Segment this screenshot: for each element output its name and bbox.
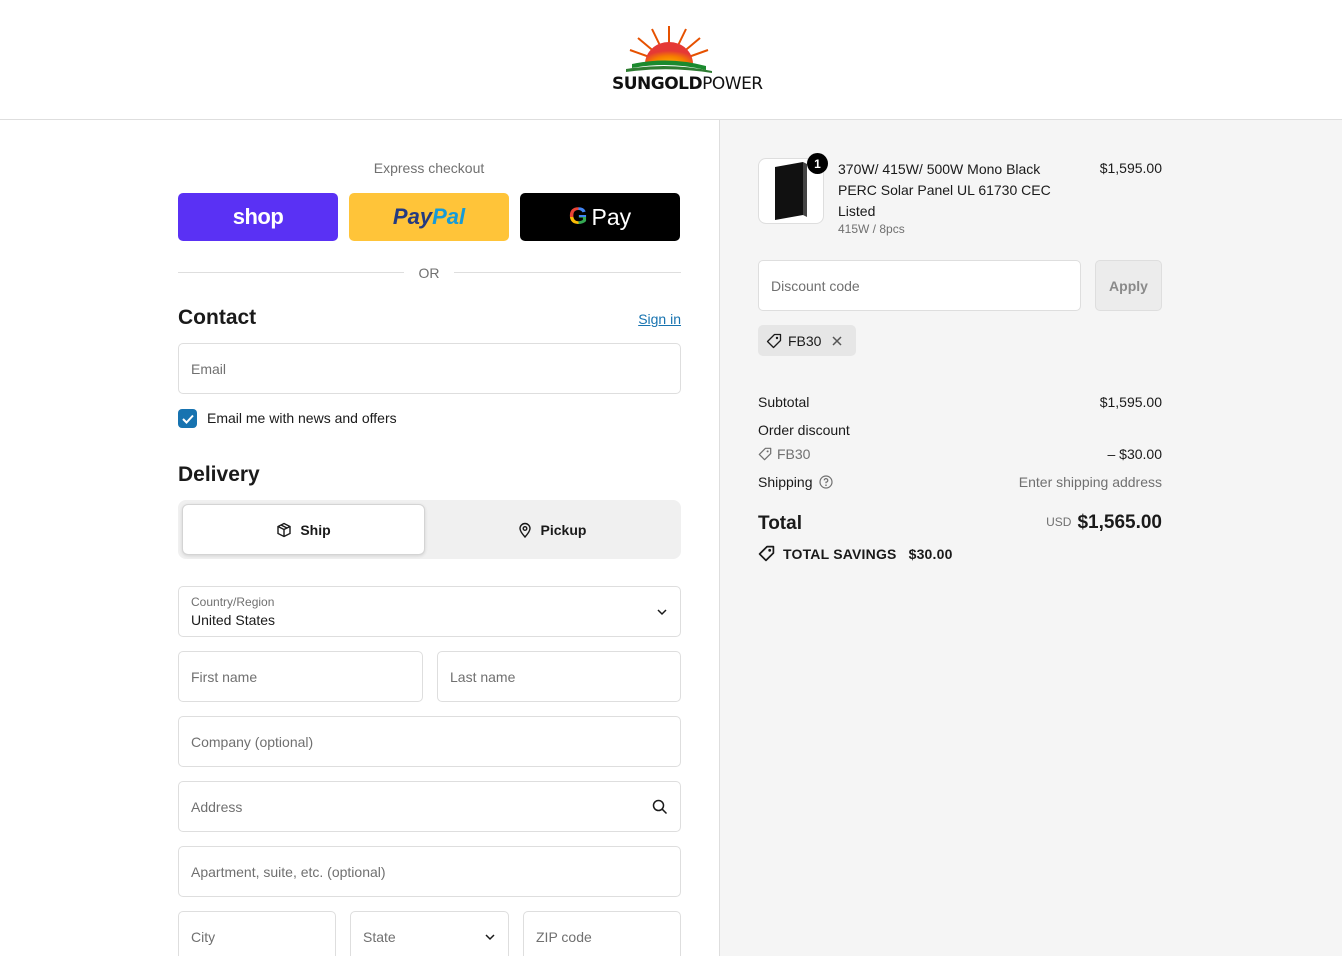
company-placeholder: Company (optional) bbox=[191, 733, 314, 750]
city-placeholder: City bbox=[191, 928, 216, 945]
shipping-label: Shipping bbox=[758, 474, 813, 490]
first-name-field[interactable]: First name bbox=[178, 651, 423, 702]
tag-icon bbox=[766, 333, 782, 348]
logo-text-light: POWER bbox=[702, 74, 763, 94]
email-placeholder: Email bbox=[191, 360, 227, 377]
country-region-value: United States bbox=[191, 612, 276, 628]
pickup-option[interactable]: Pickup bbox=[430, 504, 673, 555]
last-name-field[interactable]: Last name bbox=[437, 651, 681, 702]
paypal-label-pal: Pal bbox=[432, 204, 466, 229]
ship-option[interactable]: Ship bbox=[182, 504, 425, 555]
or-divider-label: OR bbox=[418, 265, 440, 281]
product-price: $1,595.00 bbox=[1099, 160, 1162, 176]
email-field[interactable]: Email bbox=[178, 343, 681, 394]
total-label: Total bbox=[758, 513, 802, 534]
total-amount: USD $1,565.00 bbox=[962, 512, 1162, 534]
tag-icon bbox=[758, 447, 772, 461]
shipping-value: Enter shipping address bbox=[1018, 474, 1162, 490]
state-select[interactable]: State bbox=[350, 911, 509, 956]
order-discount-value: – $30.00 bbox=[1107, 446, 1163, 462]
sungold-power-logo[interactable]: SUNGOLDPOWER bbox=[612, 24, 763, 96]
location-pin-icon bbox=[518, 522, 531, 538]
close-icon[interactable] bbox=[831, 335, 843, 347]
shop-pay-label: shop bbox=[232, 204, 284, 229]
address-placeholder: Address bbox=[191, 798, 243, 815]
logo-text-bold: SUNGOLD bbox=[612, 74, 703, 94]
newsletter-checkbox[interactable] bbox=[178, 409, 197, 428]
apartment-placeholder: Apartment, suite, etc. (optional) bbox=[191, 863, 386, 880]
search-icon[interactable] bbox=[652, 799, 668, 815]
address-field[interactable]: Address bbox=[178, 781, 681, 832]
tag-icon bbox=[758, 545, 775, 562]
total-savings-value: $30.00 bbox=[908, 545, 953, 562]
last-name-placeholder: Last name bbox=[450, 668, 516, 685]
ship-option-label: Ship bbox=[300, 521, 331, 538]
discount-code-field[interactable]: Discount code bbox=[758, 260, 1081, 311]
apartment-field[interactable]: Apartment, suite, etc. (optional) bbox=[178, 846, 681, 897]
contact-heading: Contact bbox=[178, 306, 257, 329]
quantity-badge: 1 bbox=[807, 153, 828, 174]
google-pay-label: Pay bbox=[591, 203, 632, 230]
newsletter-label: Email me with news and offers bbox=[207, 410, 397, 426]
order-discount-label: Order discount bbox=[758, 422, 850, 438]
total-savings-label: TOTAL SAVINGS bbox=[783, 545, 897, 562]
divider-right bbox=[454, 272, 681, 273]
paypal-button[interactable]: Pay Pal bbox=[349, 193, 509, 241]
chevron-down-icon bbox=[657, 608, 667, 615]
total-value: $1,565.00 bbox=[1077, 512, 1162, 533]
applied-discount-chip: FB30 bbox=[758, 325, 856, 356]
subtotal-label: Subtotal bbox=[758, 394, 810, 410]
help-icon[interactable] bbox=[818, 475, 833, 489]
order-discount-code-row: FB30 bbox=[758, 446, 810, 462]
city-field[interactable]: City bbox=[178, 911, 336, 956]
header: SUNGOLDPOWER bbox=[0, 0, 1342, 120]
company-field[interactable]: Company (optional) bbox=[178, 716, 681, 767]
product-variant: 415W / 8pcs bbox=[838, 222, 905, 236]
box-icon bbox=[277, 522, 292, 537]
total-currency: USD bbox=[1046, 515, 1072, 529]
sign-in-link[interactable]: Sign in bbox=[600, 311, 681, 327]
order-discount-code: FB30 bbox=[777, 446, 811, 462]
state-placeholder: State bbox=[363, 928, 396, 945]
product-title: 370W/ 415W/ 500W Mono Black PERC Solar P… bbox=[838, 161, 1051, 219]
google-pay-button[interactable]: G Pay bbox=[520, 193, 680, 241]
sunrise-logo-icon bbox=[626, 26, 712, 73]
apply-discount-button[interactable]: Apply bbox=[1095, 260, 1162, 311]
chevron-down-icon bbox=[485, 933, 495, 940]
discount-code-placeholder: Discount code bbox=[771, 277, 860, 294]
order-summary-panel bbox=[719, 120, 1342, 956]
shop-pay-button[interactable]: shop bbox=[178, 193, 338, 241]
paypal-label-pay: Pay bbox=[392, 204, 433, 229]
zip-code-field[interactable]: ZIP code bbox=[523, 911, 681, 956]
first-name-placeholder: First name bbox=[191, 668, 258, 685]
delivery-method-toggle: Ship Pickup bbox=[178, 500, 681, 559]
google-g-icon: G bbox=[568, 203, 588, 230]
zip-code-placeholder: ZIP code bbox=[536, 928, 592, 945]
total-savings: TOTAL SAVINGS $30.00 bbox=[758, 545, 953, 562]
checkmark-icon bbox=[181, 414, 194, 424]
subtotal-value: $1,595.00 bbox=[1099, 394, 1162, 410]
applied-discount-code: FB30 bbox=[788, 332, 822, 349]
country-region-label: Country/Region bbox=[191, 595, 275, 609]
shipping-row: Shipping bbox=[758, 474, 833, 490]
country-region-select[interactable]: Country/Region United States bbox=[178, 586, 681, 637]
express-checkout-title: Express checkout bbox=[373, 160, 485, 176]
pickup-option-label: Pickup bbox=[540, 521, 587, 538]
delivery-heading: Delivery bbox=[178, 463, 260, 486]
divider-left bbox=[178, 272, 404, 273]
